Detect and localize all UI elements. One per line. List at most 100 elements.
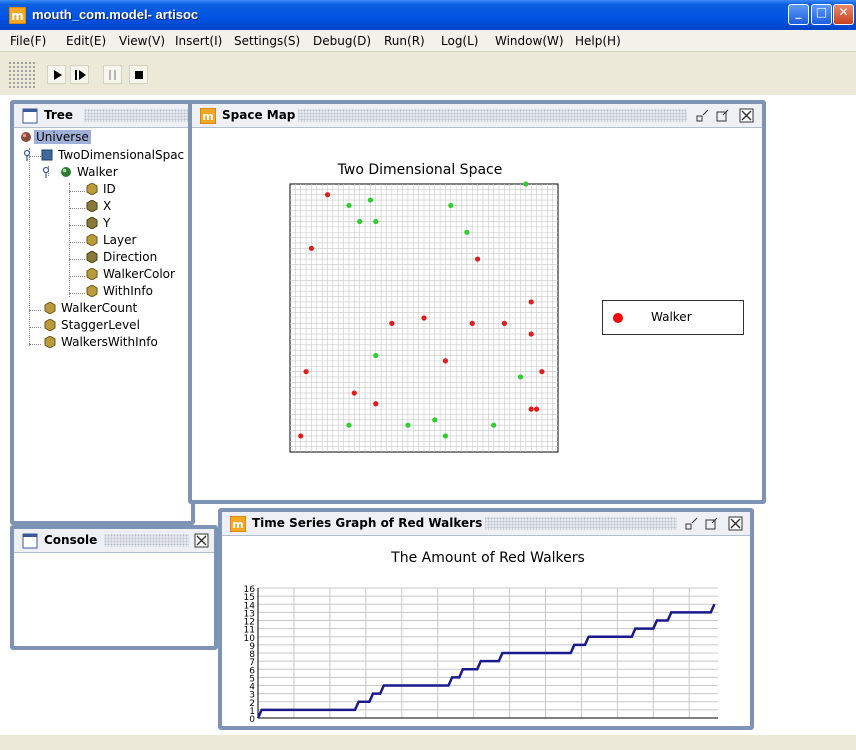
maximize-button[interactable]: □ — [811, 4, 832, 25]
tree-node-variable[interactable]: StaggerLevel — [44, 317, 184, 334]
space-legend: Walker — [602, 300, 744, 335]
toolbar-grip[interactable] — [8, 61, 36, 89]
space-map-panel: m Space Map Two Dimensional Space Walker — [188, 100, 766, 504]
tree-node-variable[interactable]: X — [86, 198, 186, 215]
tree-node-walker[interactable]: Walker — [41, 164, 161, 181]
console-header-grip — [104, 534, 189, 547]
status-bar — [0, 735, 856, 750]
window-title: mouth_com.model- artisoc — [32, 7, 199, 22]
minimize-button[interactable]: _ — [788, 4, 809, 25]
step-button[interactable] — [70, 65, 89, 84]
run-button[interactable] — [47, 65, 66, 84]
menu-run[interactable]: Run(R) — [384, 34, 425, 48]
space-map-header-grip — [297, 109, 687, 122]
tree-label-variable: Direction — [103, 250, 158, 264]
tree-panel-header[interactable]: Tree — [14, 104, 194, 128]
variable-icon — [44, 302, 56, 314]
tree-node-variable[interactable]: Y — [86, 215, 186, 232]
menu-settings[interactable]: Settings(S) — [234, 34, 300, 48]
tree-connector — [29, 344, 41, 345]
tree-label-universe: Universe — [34, 130, 91, 144]
tree-node-space[interactable]: TwoDimensionalSpac — [20, 147, 200, 164]
red-walker-point — [501, 320, 507, 326]
close-button[interactable]: ✕ — [833, 4, 854, 25]
tree-node-universe[interactable]: Universe — [20, 129, 100, 146]
menu-insert[interactable]: Insert(I) — [175, 34, 222, 48]
variable-icon — [44, 319, 56, 331]
legend-red-dot-icon — [613, 313, 623, 323]
menu-help[interactable]: Help(H) — [575, 34, 621, 48]
console-output[interactable] — [16, 556, 212, 644]
minimize-frame-icon[interactable] — [684, 516, 699, 531]
tree-label-variable: ID — [103, 182, 116, 196]
tree-label-variable: Y — [103, 216, 111, 230]
menu-view[interactable]: View(V) — [119, 34, 165, 48]
red-walker-point — [421, 315, 427, 321]
tree-node-variable[interactable]: WalkerColor — [86, 266, 186, 283]
close-icon: ✕ — [838, 5, 849, 19]
tree-label-variable: X — [103, 199, 112, 213]
red-walker-point — [298, 433, 304, 439]
stop-icon — [135, 71, 143, 79]
time-series-header[interactable]: m Time Series Graph of Red Walkers — [222, 512, 750, 536]
expand-toggle-icon[interactable] — [42, 166, 54, 178]
red-walker-point — [442, 358, 449, 364]
minimize-frame-icon[interactable] — [695, 108, 710, 123]
maximize-frame-icon[interactable] — [704, 516, 719, 531]
tree-label-variable: WalkerCount — [61, 301, 138, 315]
red-walker-point — [308, 245, 315, 251]
menu-window[interactable]: Window(W) — [495, 34, 564, 48]
menu-log[interactable]: Log(L) — [441, 34, 478, 48]
green-walker-point — [448, 202, 454, 209]
space-icon — [41, 149, 53, 161]
green-walker-point — [357, 218, 363, 225]
green-walker-point — [346, 202, 352, 209]
tree-label-space: TwoDimensionalSpac — [58, 148, 185, 162]
tree-node-variable[interactable]: Layer — [86, 232, 186, 249]
artisoc-frame-icon: m — [230, 516, 246, 532]
space-map-header[interactable]: m Space Map — [192, 104, 762, 128]
expand-toggle-icon[interactable] — [23, 149, 35, 161]
time-series-title: Time Series Graph of Red Walkers — [252, 516, 486, 530]
tree-node-variable[interactable]: WalkerCount — [44, 300, 184, 317]
red-walker-point — [303, 369, 309, 375]
variable-icon — [86, 183, 98, 195]
tree-label-variable: WalkerColor — [103, 267, 175, 281]
console-panel: Console — [10, 525, 218, 650]
tree-label-variable: StaggerLevel — [61, 318, 140, 332]
close-icon[interactable] — [728, 516, 743, 531]
tree-label-walker: Walker — [77, 165, 118, 179]
menu-file[interactable]: File(F) — [10, 34, 46, 48]
y-tick-label: 16 — [244, 585, 256, 595]
close-icon[interactable] — [739, 108, 754, 123]
tree-connector — [69, 208, 85, 209]
maximize-frame-icon[interactable] — [715, 108, 730, 123]
tree-node-variable[interactable]: ID — [86, 181, 186, 198]
window-icon — [22, 533, 38, 549]
menu-edit[interactable]: Edit(E) — [66, 34, 106, 48]
variable-icon — [86, 200, 98, 212]
time-series-panel: m Time Series Graph of Red Walkers The A… — [218, 508, 754, 730]
green-walker-point — [346, 422, 352, 428]
red-walker-point — [469, 320, 475, 326]
tree-node-variable[interactable]: WithInfo — [86, 283, 186, 300]
variable-icon — [86, 217, 98, 229]
console-panel-header[interactable]: Console — [14, 529, 214, 553]
tree-node-variable[interactable]: Direction — [86, 249, 186, 266]
green-walker-point — [373, 352, 379, 359]
minimize-icon: _ — [795, 5, 802, 19]
close-icon[interactable] — [194, 533, 209, 548]
pause-button[interactable] — [103, 65, 122, 84]
play-icon — [54, 70, 62, 80]
stop-button[interactable] — [129, 65, 148, 84]
pause-icon — [109, 70, 116, 80]
red-walker-point — [533, 406, 540, 412]
menu-debug[interactable]: Debug(D) — [313, 34, 371, 48]
red-walker-point — [528, 331, 534, 337]
tree-node-variable[interactable]: WalkersWithInfo — [44, 334, 184, 351]
tree-label-variable: WalkersWithInfo — [61, 335, 158, 349]
tree-connector — [69, 183, 70, 297]
tree-connector — [29, 327, 41, 328]
svg-text:m: m — [202, 110, 213, 123]
red-walker-point — [528, 299, 534, 305]
